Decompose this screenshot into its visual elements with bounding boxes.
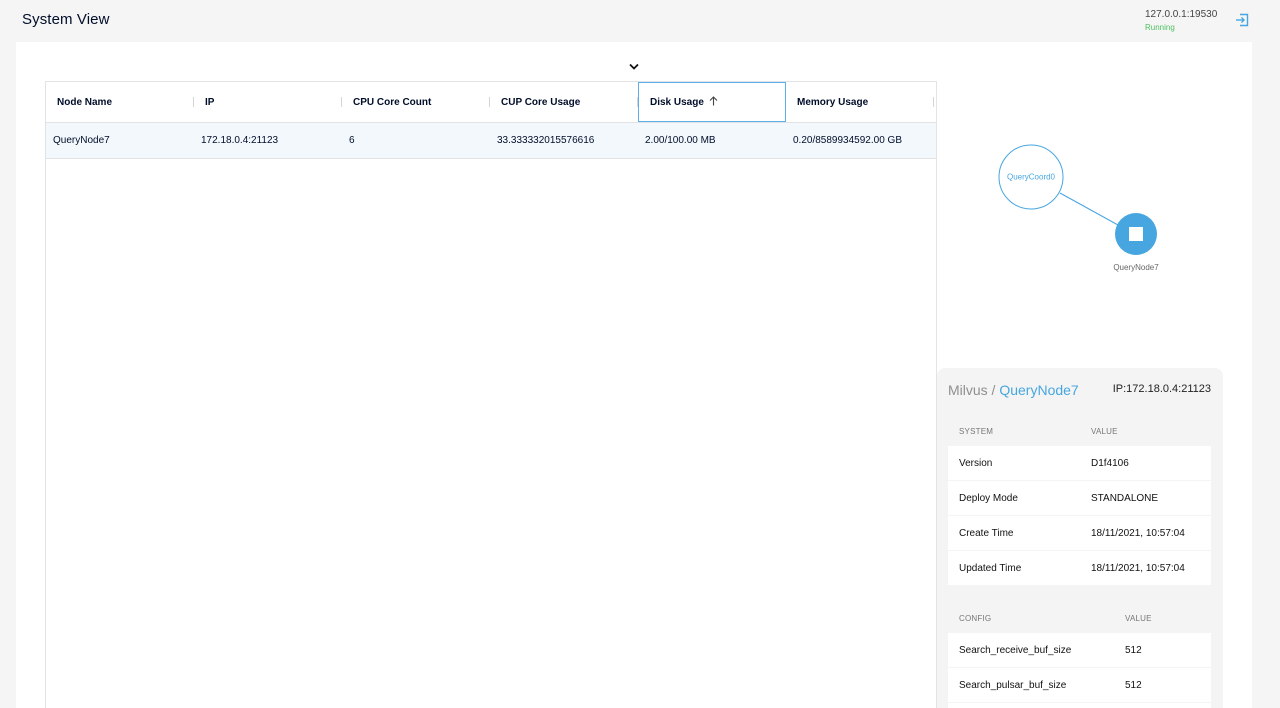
config-list: Search_receive_buf_size 512 Search_pulsa… (948, 633, 1211, 708)
system-section-header: SYSTEM VALUE (959, 427, 1118, 436)
breadcrumb-current: QueryNode7 (999, 382, 1079, 398)
topology-graph: QueryCoord0 QueryNode7 (940, 130, 1240, 290)
cell-disk-usage: 2.00/100.00 MB (645, 135, 716, 146)
query-coord-node[interactable]: QueryCoord0 (998, 144, 1064, 210)
column-header-cpu-core-count[interactable]: CPU Core Count (342, 82, 490, 122)
query-node[interactable]: QueryNode7 (1113, 213, 1159, 272)
cell-ip: 172.18.0.4:21123 (201, 135, 279, 146)
column-header-cup-core-usage[interactable]: CUP Core Usage (490, 82, 638, 122)
column-header-disk-usage[interactable]: Disk Usage (638, 82, 786, 122)
column-header-node-name[interactable]: Node Name (46, 82, 194, 122)
table-row[interactable]: QueryNode7 172.18.0.4:21123 6 33.3333320… (46, 123, 936, 159)
server-status: Running (1145, 23, 1175, 32)
node-detail-panel: Milvus / QueryNode7 IP:172.18.0.4:21123 … (937, 368, 1223, 708)
column-header-memory-usage[interactable]: Memory Usage (786, 82, 934, 122)
node-square-icon (1129, 227, 1143, 241)
table-header: Node Name IP CPU Core Count CUP Core Usa… (46, 82, 936, 123)
column-header-ip[interactable]: IP (194, 82, 342, 122)
system-row-deploy-mode: Deploy Mode STANDALONE (948, 481, 1211, 515)
cell-cpu-core-count: 6 (349, 135, 355, 146)
arrow-up-icon[interactable] (709, 95, 718, 109)
cell-cup-core-usage: 33.333332015576616 (497, 135, 595, 146)
query-coord-label: QueryCoord0 (1007, 173, 1056, 182)
config-row-search-receive-buf-size: Search_receive_buf_size 512 (948, 633, 1211, 667)
system-row-updated-time: Updated Time 18/11/2021, 10:57:04 (948, 551, 1211, 585)
nodes-table: Node Name IP CPU Core Count CUP Core Usa… (45, 81, 937, 708)
system-row-create-time: Create Time 18/11/2021, 10:57:04 (948, 516, 1211, 550)
config-section-header: CONFIG VALUE (959, 614, 1152, 623)
cell-node-name: QueryNode7 (53, 135, 110, 146)
node-ip: IP:172.18.0.4:21123 (1112, 383, 1211, 395)
app-header: System View 127.0.0.1:19530 Running (0, 0, 1280, 42)
server-info: 127.0.0.1:19530 Running (1145, 9, 1225, 34)
topology-edge (1059, 192, 1119, 226)
system-list: Version D1f4106 Deploy Mode STANDALONE C… (948, 446, 1211, 586)
breadcrumb-separator: / (987, 382, 1000, 398)
server-address: 127.0.0.1:19530 (1145, 9, 1218, 20)
breadcrumb: Milvus / QueryNode7 (948, 382, 1079, 398)
system-row-version: Version D1f4106 (948, 446, 1211, 480)
config-row-partial (948, 703, 1211, 708)
logout-icon[interactable] (1234, 12, 1250, 28)
config-row-search-pulsar-buf-size: Search_pulsar_buf_size 512 (948, 668, 1211, 702)
query-node-label: QueryNode7 (1113, 263, 1159, 272)
chevron-down-icon[interactable] (625, 60, 643, 74)
page-title: System View (22, 11, 110, 28)
cell-memory-usage: 0.20/8589934592.00 GB (793, 135, 902, 146)
breadcrumb-root[interactable]: Milvus (948, 382, 988, 398)
